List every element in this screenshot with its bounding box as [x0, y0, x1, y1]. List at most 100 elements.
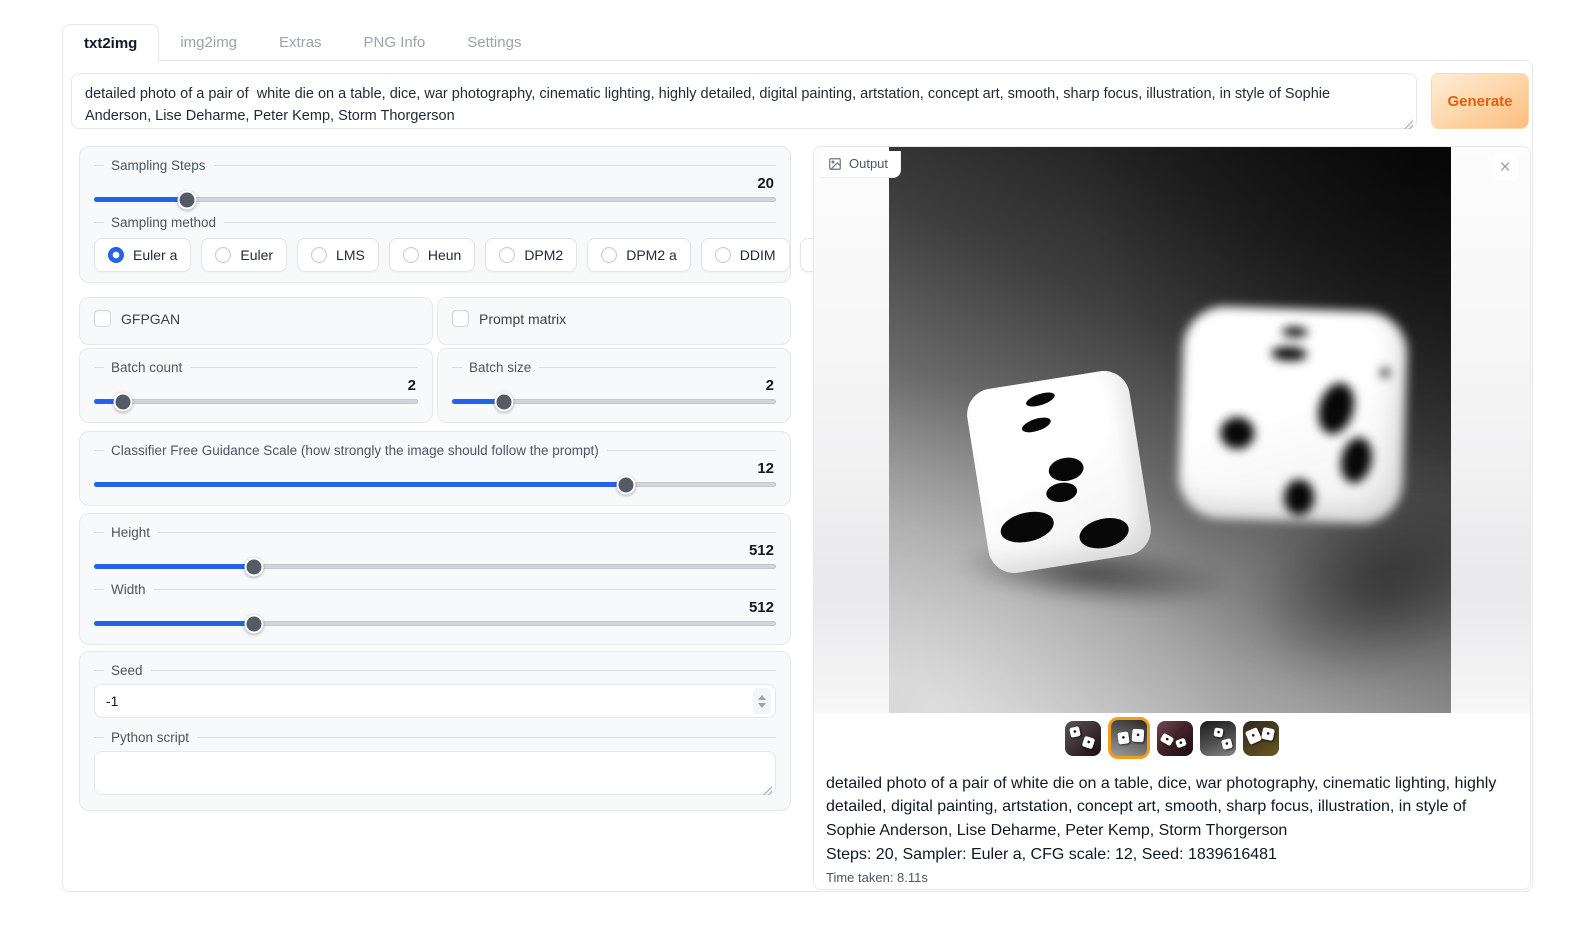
thumbnail-dice-result-3[interactable]: [1157, 721, 1193, 756]
prompt-matrix-label: Prompt matrix: [479, 311, 566, 327]
generation-info: detailed photo of a pair of white die on…: [814, 763, 1530, 885]
sampler-option-label: Euler: [240, 247, 273, 263]
cfg-scale-label: Classifier Free Guidance Scale (how stro…: [111, 443, 599, 458]
generated-image[interactable]: [889, 147, 1451, 713]
prompt-textarea-wrap: detailed photo of a pair of white die on…: [71, 73, 1417, 134]
tab-png-info[interactable]: PNG Info: [343, 25, 447, 61]
python-script-label: Python script: [111, 730, 189, 745]
sampler-option-label: LMS: [336, 247, 365, 263]
sampling-steps-slider[interactable]: 20: [94, 175, 776, 210]
prompt-matrix-checkbox[interactable]: [452, 310, 469, 327]
image-icon: [828, 157, 842, 171]
postprocess-row: GFPGAN Prompt matrix: [79, 297, 791, 345]
sampler-option-heun[interactable]: Heun: [389, 238, 475, 272]
seed-stepper[interactable]: [753, 688, 771, 714]
gfpgan-checkbox[interactable]: [94, 310, 111, 327]
prompt-input[interactable]: detailed photo of a pair of white die on…: [71, 73, 1417, 129]
cfg-scale-box: Classifier Free Guidance Scale (how stro…: [79, 431, 791, 506]
radio-icon[interactable]: [215, 247, 231, 263]
sampler-option-dpm2-a[interactable]: DPM2 a: [587, 238, 691, 272]
seed-label: Seed: [111, 663, 143, 678]
radio-selected-icon[interactable]: [108, 247, 124, 263]
white-die-back-blurred: [1177, 305, 1408, 525]
radio-icon[interactable]: [499, 247, 515, 263]
batch-count-box: Batch count 2: [79, 348, 433, 423]
sampler-option-ddim[interactable]: DDIM: [701, 238, 790, 272]
sampler-option-dpm2[interactable]: DPM2: [485, 238, 577, 272]
caption-params-text: Steps: 20, Sampler: Euler a, CFG scale: …: [826, 843, 1518, 867]
width-label: Width: [111, 582, 146, 597]
seed-script-box: Seed Python script: [79, 651, 791, 811]
dimensions-box: Height 512 Width 512: [79, 513, 791, 645]
thumbnail-dice-result-4[interactable]: [1200, 721, 1236, 756]
sampler-option-label: DDIM: [740, 247, 776, 263]
sampling-steps-value: 20: [757, 175, 774, 193]
gfpgan-box: GFPGAN: [79, 297, 433, 345]
height-label: Height: [111, 525, 150, 540]
batch-count-label: Batch count: [111, 360, 182, 375]
python-script-input[interactable]: [94, 751, 776, 795]
height-value: 512: [749, 542, 774, 560]
sampling-method-label: Sampling method: [111, 215, 216, 230]
output-tab-label: Output: [849, 156, 888, 171]
sampler-option-label: DPM2: [524, 247, 563, 263]
sampling-group: Sampling Steps 20 Sampling method Euler …: [79, 146, 791, 283]
radio-icon[interactable]: [403, 247, 419, 263]
stepper-up-icon[interactable]: [758, 695, 766, 700]
gallery-thumbnails: [814, 713, 1530, 763]
close-icon[interactable]: ×: [1492, 155, 1518, 181]
sampling-steps-slider-thumb[interactable]: [177, 190, 196, 209]
tab-img2img[interactable]: img2img: [159, 25, 258, 61]
tab-extras[interactable]: Extras: [258, 25, 343, 61]
batch-row: Batch count 2 Batch size 2: [79, 348, 791, 423]
sampler-option-euler-a[interactable]: Euler a: [94, 238, 191, 272]
radio-icon[interactable]: [311, 247, 327, 263]
sampler-option-label: DPM2 a: [626, 247, 677, 263]
sampler-option-lms[interactable]: LMS: [297, 238, 379, 272]
seed-input[interactable]: [94, 684, 776, 718]
width-slider[interactable]: 512: [94, 599, 776, 634]
output-panel: Output × detailed photo of a pair of whi…: [813, 146, 1531, 890]
height-slider[interactable]: 512: [94, 542, 776, 577]
sampler-option-euler[interactable]: Euler: [201, 238, 287, 272]
batch-size-slider-thumb[interactable]: [494, 392, 513, 411]
sampler-option-label: Euler a: [133, 247, 177, 263]
radio-icon[interactable]: [715, 247, 731, 263]
batch-size-label: Batch size: [469, 360, 531, 375]
output-image-area: Output ×: [814, 147, 1530, 713]
batch-count-slider[interactable]: 2: [94, 377, 418, 412]
thumbnail-dice-result-5[interactable]: [1243, 721, 1279, 756]
image-letterbox-left: [814, 147, 889, 713]
controls-column: Sampling Steps 20 Sampling method Euler …: [79, 146, 791, 811]
width-slider-thumb[interactable]: [245, 614, 264, 633]
height-slider-thumb[interactable]: [245, 557, 264, 576]
width-value: 512: [749, 599, 774, 617]
batch-count-slider-thumb[interactable]: [114, 392, 133, 411]
batch-count-value: 2: [408, 377, 416, 395]
thumbnail-dice-result-2[interactable]: [1108, 717, 1150, 759]
sampling-steps-label: Sampling Steps: [111, 158, 206, 173]
image-letterbox-right: [1451, 147, 1530, 713]
cfg-scale-slider[interactable]: 12: [94, 460, 776, 495]
stepper-down-icon[interactable]: [758, 703, 766, 708]
batch-size-box: Batch size 2: [437, 348, 791, 423]
cfg-scale-slider-thumb[interactable]: [616, 475, 635, 494]
batch-size-value: 2: [766, 377, 774, 395]
batch-size-slider[interactable]: 2: [452, 377, 776, 412]
generate-button[interactable]: Generate: [1431, 73, 1529, 129]
output-tab[interactable]: Output: [820, 151, 901, 178]
tab-settings[interactable]: Settings: [446, 25, 542, 61]
prompt-matrix-box: Prompt matrix: [437, 297, 791, 345]
prompt-row: detailed photo of a pair of white die on…: [71, 73, 1529, 134]
radio-icon[interactable]: [601, 247, 617, 263]
white-die-front: [963, 367, 1154, 576]
cfg-scale-value: 12: [757, 460, 774, 478]
app-container: detailed photo of a pair of white die on…: [62, 60, 1533, 892]
tab-txt2img[interactable]: txt2img: [62, 24, 159, 62]
caption-prompt-text: detailed photo of a pair of white die on…: [826, 772, 1518, 842]
main-tabbar: txt2imgimg2imgExtrasPNG InfoSettings: [62, 24, 542, 61]
gfpgan-label: GFPGAN: [121, 311, 180, 327]
sampling-method-options: Euler aEulerLMSHeunDPM2DPM2 aDDIMPLMS: [94, 238, 776, 272]
sampler-option-label: Heun: [428, 247, 461, 263]
thumbnail-dice-result-1[interactable]: [1065, 721, 1101, 756]
